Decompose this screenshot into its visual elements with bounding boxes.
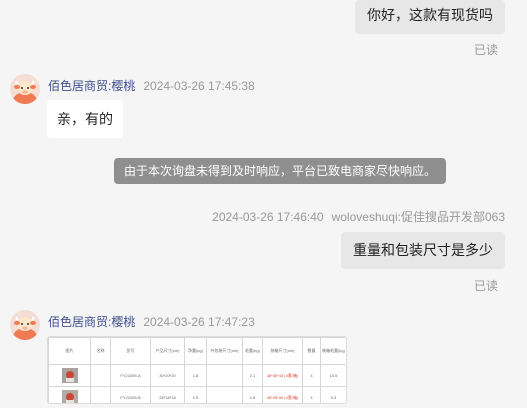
table-cell: 9.3	[320, 386, 346, 403]
sender-line: 佰色居商贸:樱桃 2024-03-26 17:47:23	[48, 313, 255, 330]
table-cell: 45*28*40 (4套/箱)	[262, 386, 303, 403]
header-cell: 净重(kg)	[184, 337, 207, 365]
header-cell: 数量	[302, 337, 321, 365]
header-cell: 毛重(kg)	[242, 337, 263, 365]
incoming-message-bubble[interactable]: 亲，有的	[47, 100, 123, 138]
table-cell: 4	[302, 364, 321, 387]
table-cell: 48*30*43 (4套/箱)	[262, 364, 303, 387]
table-cell: FY21005-A	[110, 364, 151, 387]
table-cell: 1.8	[242, 386, 263, 403]
header-cell: 名称	[90, 337, 111, 365]
image-message[interactable]: 图片 名称 货号 产品尺寸(cm) 净重(kg) 外包装尺寸(cm) 毛重(kg…	[47, 336, 347, 404]
header-cell: 装箱尺寸(cm)	[262, 337, 303, 365]
sender-name[interactable]: 佰色居商贸:樱桃	[48, 315, 135, 329]
message-timestamp: 2024-03-26 17:45:38	[143, 79, 255, 93]
header-cell: 图片	[48, 337, 91, 365]
table-cell: 10.5	[320, 364, 346, 387]
cow-avatar-icon[interactable]	[10, 310, 40, 340]
sender-name[interactable]: 佰色居商贸:樱桃	[48, 79, 135, 93]
read-status: 已读	[473, 43, 498, 57]
product-photo-cell	[48, 364, 91, 387]
table-cell	[206, 364, 243, 387]
table-row: FY21005-B 28*18*18 1.5 1.8 45*28*40 (4套/…	[48, 386, 346, 403]
message-timestamp: 2024-03-26 17:47:23	[143, 315, 255, 329]
header-cell: 装箱毛重(kg)	[320, 337, 346, 365]
sender-name[interactable]: woloveshuqi:促佳搜品开发部063	[332, 210, 505, 224]
header-cell: 外包装尺寸(cm)	[206, 337, 243, 365]
system-notice-text: 由于本次询盘未得到及时响应，平台已致电商家尽快响应。	[124, 164, 437, 178]
message-text: 重量和包装尺寸是多少	[353, 242, 493, 258]
table-cell: 1.5	[184, 386, 207, 403]
system-notice: 由于本次询盘未得到及时响应，平台已致电商家尽快响应。	[114, 158, 447, 184]
spec-table-header-row: 图片 名称 货号 产品尺寸(cm) 净重(kg) 外包装尺寸(cm) 毛重(kg…	[48, 337, 346, 365]
table-cell: 1.8	[184, 364, 207, 387]
message-text: 你好，这款有现货吗	[367, 7, 493, 23]
header-cell: 产品尺寸(cm)	[150, 337, 185, 365]
table-row: FY21005-A 30*20*20 1.8 2.1 48*30*43 (4套/…	[48, 364, 346, 387]
table-cell: 28*18*18	[150, 386, 185, 403]
outgoing-meta-line: 2024-03-26 17:46:40 woloveshuqi:促佳搜品开发部06…	[212, 208, 505, 225]
product-photo-cell	[48, 386, 91, 403]
cow-avatar-icon[interactable]	[10, 74, 40, 104]
table-cell: 2.1	[242, 364, 263, 387]
product-photo	[61, 390, 78, 403]
table-cell: 30*20*20	[150, 364, 185, 387]
sender-line: 佰色居商贸:樱桃 2024-03-26 17:45:38	[48, 77, 255, 94]
outgoing-message-bubble[interactable]: 重量和包装尺寸是多少	[341, 232, 505, 269]
table-cell	[90, 364, 111, 387]
read-status: 已读	[473, 279, 498, 293]
product-photo	[61, 368, 78, 383]
spec-table-image: 图片 名称 货号 产品尺寸(cm) 净重(kg) 外包装尺寸(cm) 毛重(kg…	[48, 337, 346, 403]
header-cell: 货号	[110, 337, 151, 365]
table-cell	[206, 386, 243, 403]
table-cell	[90, 386, 111, 403]
table-cell: 4	[302, 386, 321, 403]
message-text: 亲，有的	[57, 111, 113, 127]
message-timestamp: 2024-03-26 17:46:40	[212, 210, 324, 224]
outgoing-message-bubble[interactable]: 你好，这款有现货吗	[355, 0, 505, 34]
table-cell: FY21005-B	[110, 386, 151, 403]
